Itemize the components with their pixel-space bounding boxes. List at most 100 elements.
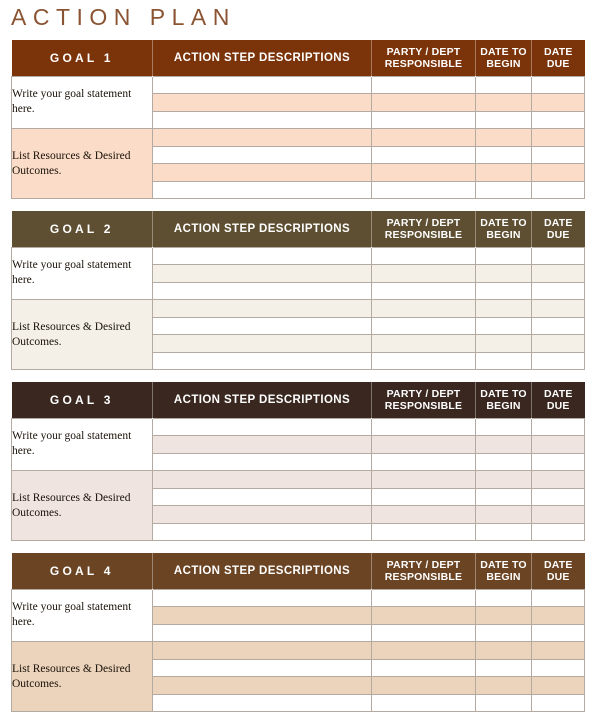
- party-responsible-cell[interactable]: [371, 316, 476, 335]
- party-responsible-cell[interactable]: [371, 588, 476, 607]
- date-begin-cell[interactable]: [475, 470, 532, 489]
- party-responsible-cell[interactable]: [371, 246, 476, 265]
- date-due-cell[interactable]: [531, 505, 585, 524]
- action-step-cell[interactable]: [152, 452, 372, 471]
- date-begin-cell[interactable]: [475, 658, 532, 677]
- date-begin-cell[interactable]: [475, 110, 532, 129]
- party-responsible-cell[interactable]: [371, 606, 476, 625]
- party-responsible-cell[interactable]: [371, 487, 476, 506]
- party-responsible-cell[interactable]: [371, 522, 476, 541]
- date-begin-cell[interactable]: [475, 316, 532, 335]
- action-step-cell[interactable]: [152, 163, 372, 182]
- action-step-cell[interactable]: [152, 505, 372, 524]
- date-due-cell[interactable]: [531, 658, 585, 677]
- date-due-cell[interactable]: [531, 316, 585, 335]
- date-begin-cell[interactable]: [475, 246, 532, 265]
- action-step-cell[interactable]: [152, 281, 372, 300]
- action-step-cell[interactable]: [152, 334, 372, 353]
- date-due-cell[interactable]: [531, 110, 585, 129]
- action-step-cell[interactable]: [152, 522, 372, 541]
- party-responsible-cell[interactable]: [371, 264, 476, 283]
- date-due-cell[interactable]: [531, 264, 585, 283]
- party-responsible-cell[interactable]: [371, 435, 476, 454]
- action-step-cell[interactable]: [152, 641, 372, 660]
- action-step-cell[interactable]: [152, 316, 372, 335]
- date-due-cell[interactable]: [531, 606, 585, 625]
- goal-statement-cell-3[interactable]: Write your goal statement here.: [11, 417, 153, 471]
- party-responsible-cell[interactable]: [371, 505, 476, 524]
- date-due-cell[interactable]: [531, 452, 585, 471]
- date-due-cell[interactable]: [531, 75, 585, 94]
- party-responsible-cell[interactable]: [371, 676, 476, 695]
- date-begin-cell[interactable]: [475, 334, 532, 353]
- date-due-cell[interactable]: [531, 299, 585, 318]
- date-begin-cell[interactable]: [475, 351, 532, 370]
- date-due-cell[interactable]: [531, 180, 585, 199]
- action-step-cell[interactable]: [152, 658, 372, 677]
- date-begin-cell[interactable]: [475, 505, 532, 524]
- action-step-cell[interactable]: [152, 693, 372, 712]
- date-begin-cell[interactable]: [475, 281, 532, 300]
- action-step-cell[interactable]: [152, 435, 372, 454]
- resources-outcomes-cell-2[interactable]: List Resources & Desired Outcomes.: [11, 299, 153, 370]
- resources-outcomes-cell-3[interactable]: List Resources & Desired Outcomes.: [11, 470, 153, 541]
- party-responsible-cell[interactable]: [371, 623, 476, 642]
- party-responsible-cell[interactable]: [371, 180, 476, 199]
- date-due-cell[interactable]: [531, 334, 585, 353]
- date-begin-cell[interactable]: [475, 676, 532, 695]
- party-responsible-cell[interactable]: [371, 334, 476, 353]
- resources-outcomes-cell-1[interactable]: List Resources & Desired Outcomes.: [11, 128, 153, 199]
- date-begin-cell[interactable]: [475, 93, 532, 112]
- party-responsible-cell[interactable]: [371, 693, 476, 712]
- date-due-cell[interactable]: [531, 588, 585, 607]
- date-due-cell[interactable]: [531, 470, 585, 489]
- date-due-cell[interactable]: [531, 128, 585, 147]
- date-begin-cell[interactable]: [475, 641, 532, 660]
- date-due-cell[interactable]: [531, 246, 585, 265]
- date-due-cell[interactable]: [531, 522, 585, 541]
- action-step-cell[interactable]: [152, 351, 372, 370]
- goal-statement-cell-2[interactable]: Write your goal statement here.: [11, 246, 153, 300]
- action-step-cell[interactable]: [152, 145, 372, 164]
- action-step-cell[interactable]: [152, 417, 372, 436]
- goal-statement-cell-4[interactable]: Write your goal statement here.: [11, 588, 153, 642]
- date-begin-cell[interactable]: [475, 145, 532, 164]
- date-begin-cell[interactable]: [475, 417, 532, 436]
- date-begin-cell[interactable]: [475, 163, 532, 182]
- date-due-cell[interactable]: [531, 351, 585, 370]
- date-begin-cell[interactable]: [475, 299, 532, 318]
- party-responsible-cell[interactable]: [371, 163, 476, 182]
- party-responsible-cell[interactable]: [371, 75, 476, 94]
- action-step-cell[interactable]: [152, 246, 372, 265]
- action-step-cell[interactable]: [152, 75, 372, 94]
- party-responsible-cell[interactable]: [371, 93, 476, 112]
- goal-statement-cell-1[interactable]: Write your goal statement here.: [11, 75, 153, 129]
- action-step-cell[interactable]: [152, 110, 372, 129]
- party-responsible-cell[interactable]: [371, 452, 476, 471]
- date-due-cell[interactable]: [531, 281, 585, 300]
- party-responsible-cell[interactable]: [371, 128, 476, 147]
- date-due-cell[interactable]: [531, 693, 585, 712]
- date-due-cell[interactable]: [531, 487, 585, 506]
- action-step-cell[interactable]: [152, 264, 372, 283]
- date-due-cell[interactable]: [531, 623, 585, 642]
- date-begin-cell[interactable]: [475, 75, 532, 94]
- date-due-cell[interactable]: [531, 417, 585, 436]
- action-step-cell[interactable]: [152, 588, 372, 607]
- party-responsible-cell[interactable]: [371, 110, 476, 129]
- date-begin-cell[interactable]: [475, 522, 532, 541]
- action-step-cell[interactable]: [152, 299, 372, 318]
- resources-outcomes-cell-4[interactable]: List Resources & Desired Outcomes.: [11, 641, 153, 712]
- party-responsible-cell[interactable]: [371, 641, 476, 660]
- action-step-cell[interactable]: [152, 128, 372, 147]
- date-due-cell[interactable]: [531, 641, 585, 660]
- action-step-cell[interactable]: [152, 93, 372, 112]
- party-responsible-cell[interactable]: [371, 351, 476, 370]
- date-due-cell[interactable]: [531, 93, 585, 112]
- date-begin-cell[interactable]: [475, 452, 532, 471]
- date-due-cell[interactable]: [531, 435, 585, 454]
- party-responsible-cell[interactable]: [371, 417, 476, 436]
- date-begin-cell[interactable]: [475, 487, 532, 506]
- date-begin-cell[interactable]: [475, 623, 532, 642]
- action-step-cell[interactable]: [152, 180, 372, 199]
